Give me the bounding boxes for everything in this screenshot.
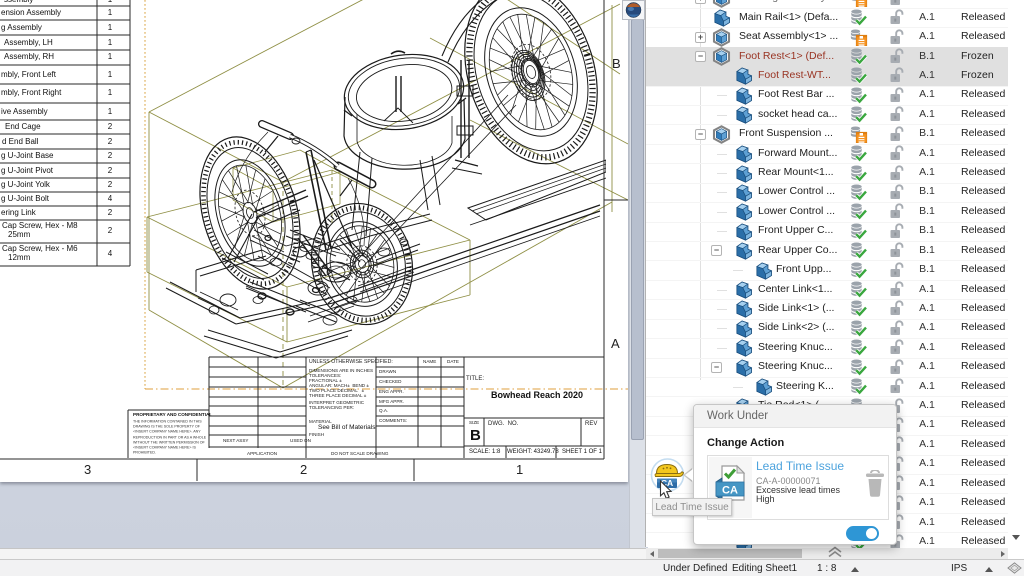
svg-text:CA: CA — [722, 485, 738, 497]
